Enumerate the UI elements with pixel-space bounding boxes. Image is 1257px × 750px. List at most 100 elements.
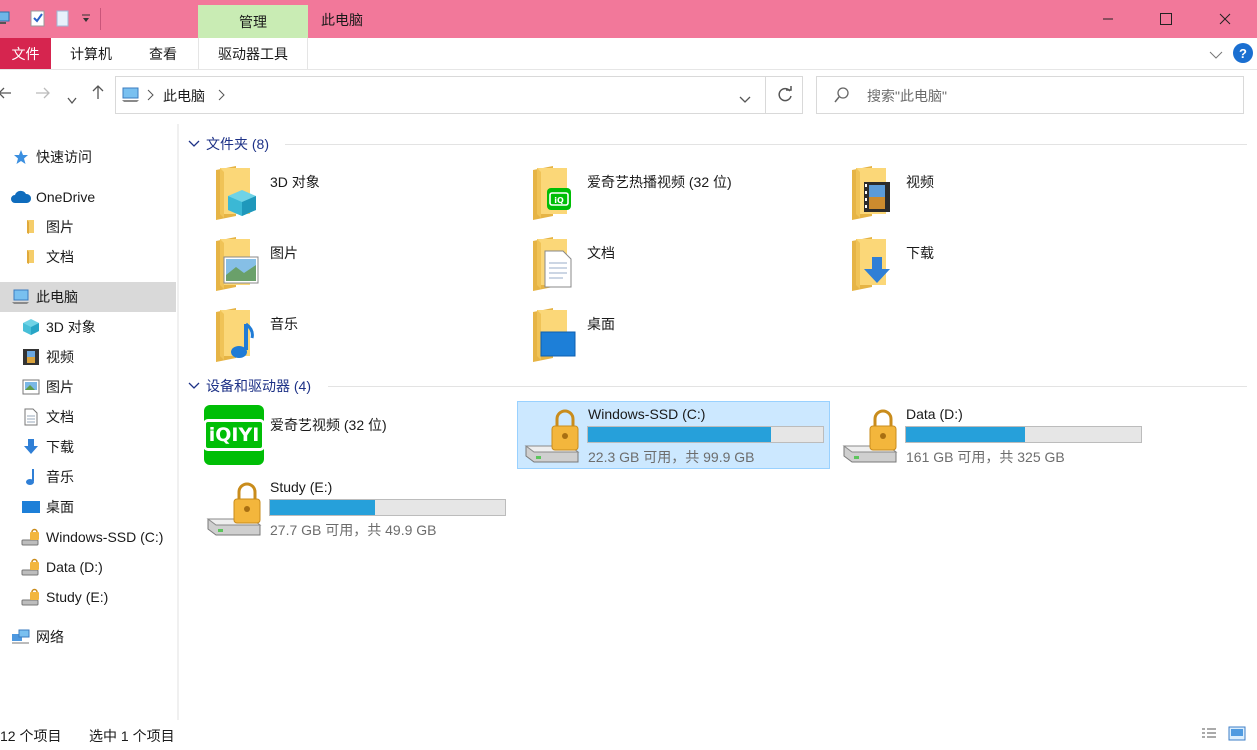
sidebar-item-videos[interactable]: 视频 (0, 342, 176, 372)
folder-label: 视频 (906, 174, 934, 190)
new-folder-icon[interactable] (55, 10, 71, 28)
sidebar-item-onedrive-pictures[interactable]: 图片 (0, 212, 176, 242)
sidebar-item-label: 视频 (46, 349, 74, 365)
search-icon (834, 87, 850, 106)
customize-quick-access-icon[interactable] (80, 12, 92, 30)
folder-icon (20, 219, 42, 235)
music-icon (20, 468, 42, 486)
cube-folder-icon (210, 164, 260, 225)
app-icon (0, 10, 10, 28)
picture-icon (20, 379, 42, 395)
sidebar-item-label: 下载 (46, 439, 74, 455)
star-icon (10, 149, 32, 165)
sidebar-item-label: 图片 (46, 379, 74, 395)
drive-free-space: 27.7 GB 可用，共 49.9 GB (270, 522, 437, 538)
iqiyi-app-label: 爱奇艺视频 (32 位) (270, 417, 387, 433)
drive-free-space: 161 GB 可用，共 325 GB (906, 449, 1065, 465)
download-icon (20, 438, 42, 456)
collapse-chevron-icon[interactable] (188, 140, 200, 148)
breadcrumb[interactable]: 此电脑 (163, 86, 205, 106)
minimize-button[interactable] (1079, 0, 1137, 38)
sidebar-item-label: 图片 (46, 219, 74, 235)
music-folder-icon (210, 306, 260, 367)
sidebar-item-documents[interactable]: 文档 (0, 402, 176, 432)
folder-label: 桌面 (587, 316, 615, 332)
sidebar-item-this-pc[interactable]: 此电脑 (0, 282, 176, 312)
sidebar-item-label: 快速访问 (36, 149, 92, 165)
drive-icon (20, 527, 42, 547)
sidebar-item-downloads[interactable]: 下载 (0, 432, 176, 462)
title-bar: 管理 此电脑 (0, 0, 1257, 38)
iqiyi-logo-icon: iQIYI (202, 405, 266, 465)
drive-usage-fill (270, 500, 375, 515)
sidebar-item-onedrive-documents[interactable]: 文档 (0, 242, 176, 272)
window-title: 此电脑 (321, 12, 363, 28)
sidebar-item-drive-e[interactable]: Study (E:) (0, 582, 176, 612)
status-selected-count: 选中 1 个项目 (89, 728, 175, 744)
recent-locations-icon[interactable] (67, 89, 77, 110)
sidebar-item-drive-d[interactable]: Data (D:) (0, 552, 176, 582)
video-folder-icon (846, 164, 896, 225)
breadcrumb-chevron-icon[interactable] (218, 88, 226, 104)
properties-icon[interactable] (30, 10, 46, 28)
devices-group-header[interactable]: 设备和驱动器 (4) (188, 376, 311, 396)
svg-text:iQ: iQ (554, 196, 564, 205)
folder-label: 爱奇艺热播视频 (32 位) (587, 174, 732, 190)
maximize-button[interactable] (1137, 0, 1195, 38)
sidebar-item-desktop[interactable]: 桌面 (0, 492, 176, 522)
sidebar-item-label: OneDrive (36, 189, 96, 205)
drive-usage-fill (906, 427, 1025, 442)
forward-arrow-icon[interactable] (35, 84, 51, 105)
pictures-folder-icon (210, 235, 260, 296)
back-arrow-icon[interactable] (0, 84, 12, 105)
folders-group-header[interactable]: 文件夹 (8) (188, 134, 269, 154)
refresh-icon[interactable] (776, 86, 794, 107)
close-button[interactable] (1196, 0, 1254, 38)
cube-icon (20, 318, 42, 336)
sidebar-item-music[interactable]: 音乐 (0, 462, 176, 492)
tab-view[interactable]: 查看 (131, 38, 195, 69)
up-arrow-icon[interactable] (91, 84, 105, 105)
iqiyi-folder-icon: iQ (527, 164, 577, 225)
address-divider (765, 77, 766, 113)
devices-header-rule (328, 386, 1247, 387)
cloud-icon (10, 190, 32, 204)
search-placeholder[interactable]: 搜索"此电脑" (867, 86, 947, 106)
computer-icon (121, 86, 141, 107)
tab-computer[interactable]: 计算机 (51, 38, 131, 69)
locked-drive-icon (840, 406, 902, 469)
locked-drive-icon (204, 479, 266, 542)
folder-label: 3D 对象 (270, 174, 320, 190)
sidebar-item-label: 文档 (46, 409, 74, 425)
pane-divider[interactable] (178, 124, 179, 720)
expand-ribbon-icon[interactable] (1209, 47, 1223, 63)
film-icon (20, 348, 42, 366)
locked-drive-icon (522, 406, 584, 469)
breadcrumb-separator-icon[interactable] (147, 88, 155, 104)
drive-label: Data (D:) (906, 406, 963, 422)
drive-usage-bar (905, 426, 1142, 443)
drive-usage-bar (269, 499, 506, 516)
folders-header-label: 文件夹 (8) (206, 136, 269, 152)
collapse-chevron-icon[interactable] (188, 382, 200, 390)
large-icons-view-icon[interactable] (1228, 726, 1246, 745)
address-dropdown-icon[interactable] (739, 91, 751, 107)
sidebar-item-drive-c[interactable]: Windows-SSD (C:) (0, 522, 176, 552)
sidebar-item-network[interactable]: 网络 (0, 622, 176, 652)
sidebar-item-pictures[interactable]: 图片 (0, 372, 176, 402)
tab-drive-tools[interactable]: 驱动器工具 (198, 38, 308, 69)
tab-file[interactable]: 文件 (0, 38, 51, 69)
sidebar-item-onedrive[interactable]: OneDrive (0, 182, 176, 212)
drive-icon (20, 587, 42, 607)
drive-label: Study (E:) (270, 479, 333, 495)
sidebar-item-3d-objects[interactable]: 3D 对象 (0, 312, 176, 342)
desktop-folder-icon (527, 306, 577, 367)
devices-header-label: 设备和驱动器 (4) (206, 378, 311, 394)
help-button[interactable]: ? (1233, 43, 1253, 63)
details-view-icon[interactable] (1201, 727, 1217, 744)
sidebar-item-label: 音乐 (46, 469, 74, 485)
tab-manage[interactable]: 管理 (198, 5, 308, 38)
downloads-folder-icon (846, 235, 896, 296)
status-item-count: 12 个项目 (0, 728, 62, 744)
sidebar-item-quick-access[interactable]: 快速访问 (0, 142, 176, 172)
